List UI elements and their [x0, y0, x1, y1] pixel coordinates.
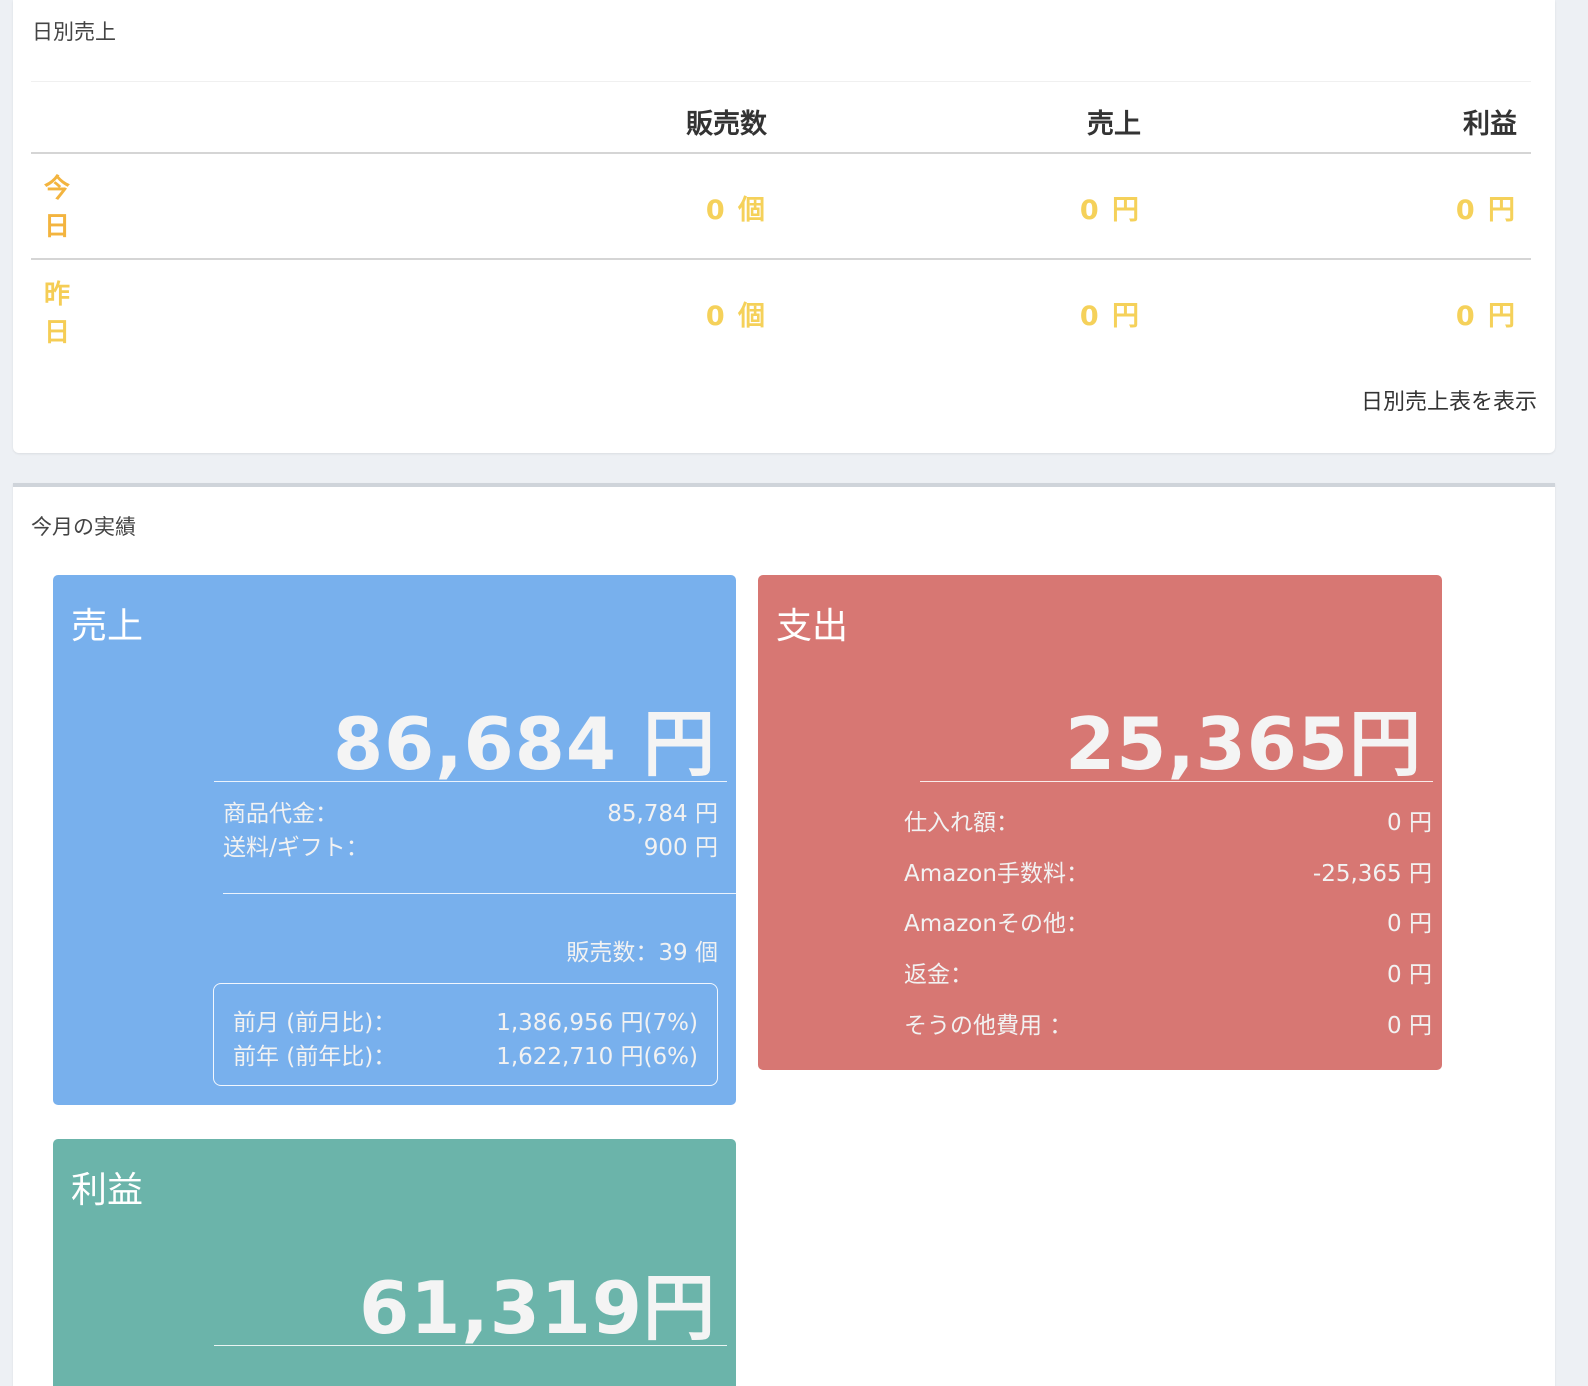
daily-sales-table: 販売数 売上 利益 今日 0 個 0 円 0 円 昨日 0 個 0 円 0 円	[31, 81, 1531, 366]
expense-item-label: そうの他費用 ：	[904, 1013, 1073, 1039]
expense-item-purchase: 仕入れ額： 0 円	[904, 803, 1432, 837]
profit-tile: 利益 61,319円	[53, 1139, 736, 1386]
sales-item-value: 85,784 円	[607, 801, 718, 827]
expense-item-other-costs: そうの他費用 ： 0 円	[904, 1006, 1432, 1040]
compare-value: 1,622,710 円(6%)	[496, 1044, 698, 1070]
expense-tile-title: 支出	[776, 606, 849, 647]
expense-tile: 支出 25,365円 仕入れ額： 0 円 Amazon手数料： -25,365 …	[758, 575, 1442, 1070]
sales-tile-title: 売上	[71, 606, 144, 647]
expense-item-value: 0 円	[1387, 911, 1432, 937]
sales-item-product: 商品代金： 85,784 円	[223, 794, 718, 828]
expense-item-label: Amazonその他：	[904, 911, 1089, 937]
sales-item-label: 商品代金：	[223, 801, 338, 827]
show-daily-sales-link[interactable]: 日別売上表を表示	[1361, 384, 1537, 416]
table-row-yesterday: 昨日 0 個 0 円 0 円	[31, 260, 1531, 366]
row-label-yesterday: 昨日	[44, 280, 71, 348]
compare-label: 前年 (前年比)：	[233, 1044, 397, 1070]
profit-tile-title: 利益	[71, 1170, 144, 1211]
monthly-results-card: 今月の実績 売上 86,684 円 商品代金： 85,784 円 送料/ギフト：…	[13, 483, 1555, 1386]
today-count: 0 個	[705, 195, 767, 226]
compare-prev-year: 前年 (前年比)： 1,622,710 円(6%)	[233, 1037, 698, 1071]
sales-item-shipping: 送料/ギフト： 900 円	[223, 828, 718, 862]
expense-item-amazon-fee: Amazon手数料： -25,365 円	[904, 854, 1432, 888]
expense-item-value: 0 円	[1387, 810, 1432, 836]
expense-item-amazon-other: Amazonその他： 0 円	[904, 904, 1432, 938]
row-label-today: 今日	[44, 174, 71, 242]
comparison-box: 前月 (前月比)： 1,386,956 円(7%) 前年 (前年比)： 1,62…	[213, 983, 718, 1086]
sales-item-value: 900 円	[643, 835, 718, 861]
divider	[223, 893, 736, 894]
divider	[920, 781, 1433, 782]
yesterday-count: 0 個	[705, 301, 767, 332]
compare-label: 前月 (前月比)：	[233, 1010, 397, 1036]
expense-item-label: Amazon手数料：	[904, 861, 1089, 887]
expense-item-value: -25,365 円	[1312, 861, 1432, 887]
profit-total: 61,319円	[359, 1266, 716, 1350]
compare-value: 1,386,956 円(7%)	[496, 1010, 698, 1036]
compare-prev-month: 前月 (前月比)： 1,386,956 円(7%)	[233, 1003, 698, 1037]
column-header-sales: 売上	[1087, 109, 1141, 140]
column-header-count: 販売数	[686, 109, 767, 140]
divider	[214, 781, 727, 782]
yesterday-sales: 0 円	[1079, 301, 1141, 332]
daily-sales-card: 日別売上 販売数 売上 利益 今日 0 個 0 円 0 円 昨日 0 個 0 円…	[13, 0, 1555, 453]
expense-item-label: 返金：	[904, 962, 973, 988]
daily-sales-title: 日別売上	[32, 20, 116, 44]
today-profit: 0 円	[1455, 195, 1517, 226]
sales-total: 86,684 円	[333, 702, 716, 786]
expense-item-refund: 返金： 0 円	[904, 955, 1432, 989]
monthly-results-title: 今月の実績	[31, 515, 136, 539]
table-row-today: 今日 0 個 0 円 0 円	[31, 154, 1531, 260]
divider	[214, 1345, 727, 1346]
sales-item-label: 送料/ギフト：	[223, 835, 369, 861]
today-sales: 0 円	[1079, 195, 1141, 226]
expense-item-value: 0 円	[1387, 962, 1432, 988]
sales-tile: 売上 86,684 円 商品代金： 85,784 円 送料/ギフト： 900 円…	[53, 575, 736, 1105]
expense-item-label: 仕入れ額：	[904, 810, 1019, 836]
column-header-profit: 利益	[1463, 109, 1517, 140]
expense-total: 25,365円	[1065, 702, 1422, 786]
expense-item-value: 0 円	[1387, 1013, 1432, 1039]
sales-count: 販売数：39 個	[566, 940, 718, 966]
table-header-row: 販売数 売上 利益	[31, 81, 1531, 154]
yesterday-profit: 0 円	[1455, 301, 1517, 332]
